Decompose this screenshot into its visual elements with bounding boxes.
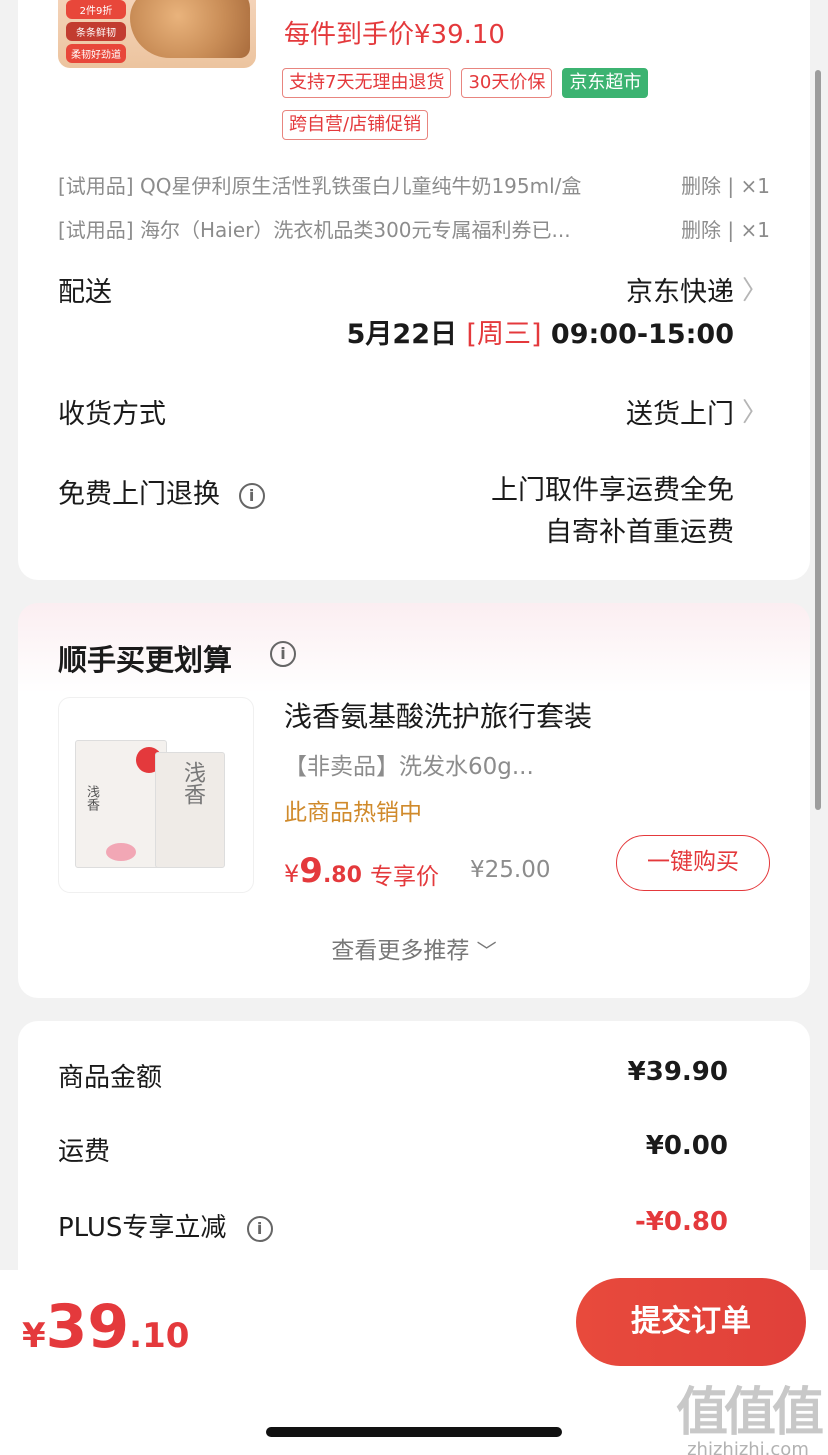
tag-price-protect: 30天价保 <box>461 68 553 98</box>
tag-cross-promo: 跨自营/店铺促销 <box>282 110 429 140</box>
price-dec: .80 <box>322 863 362 888</box>
delivery-label: 配送 <box>58 277 112 308</box>
thumbnail-promo: 2件9折 条条鲜韧 柔韧好劲道 <box>66 0 126 63</box>
order-card: 2件9折 条条鲜韧 柔韧好劲道 每件到手价¥39.10 支持7天无理由退货 30… <box>18 0 810 580</box>
free-return-text: 免费上门退换 <box>58 479 220 510</box>
info-icon[interactable]: i <box>238 482 265 509</box>
delivery-carrier[interactable]: 京东快递 <box>626 270 734 309</box>
delivery-window: 09:00-15:00 <box>550 319 734 350</box>
free-return-line1: 上门取件享运费全免 <box>491 475 734 506</box>
exclusive-price-label: 专享价 <box>370 864 439 890</box>
delivery-weekday: [周三] <box>466 319 542 350</box>
price-currency: ¥ <box>284 860 300 888</box>
watermark: 值值值 zhizhizhi.com <box>675 1370 824 1455</box>
shipping-fee-value: ¥0.00 <box>645 1131 728 1161</box>
thumbnail-promo-2: 条条鲜韧 <box>66 22 126 41</box>
total-currency: ¥ <box>22 1316 46 1356</box>
price-int: 9 <box>299 851 323 891</box>
watermark-url: zhizhizhi.com <box>687 1439 809 1455</box>
home-indicator[interactable] <box>266 1427 562 1437</box>
submit-order-button[interactable]: 提交订单 <box>576 1278 806 1366</box>
each-price: 每件到手价¥39.10 <box>284 20 505 50</box>
recommend-product-image[interactable]: 浅香 浅香 <box>58 697 254 893</box>
watermark-logo: 值值值 <box>675 1383 824 1443</box>
free-return-line2: 自寄补首重运费 <box>545 517 734 548</box>
shipping-fee-label: 运费 <box>58 1137 111 1167</box>
recommend-product-desc: 【非卖品】洗发水60g... <box>284 754 534 780</box>
chevron-right-icon[interactable]: 〉 <box>742 270 768 307</box>
total-dec: .10 <box>129 1316 190 1356</box>
checkout-page: 2件9折 条条鲜韧 柔韧好劲道 每件到手价¥39.10 支持7天无理由退货 30… <box>0 0 828 1455</box>
delivery-date: 5月22日 <box>346 319 458 350</box>
trial-item-name: [试用品] 海尔（Haier）洗衣机品类300元专属福利券已... <box>58 218 571 242</box>
recommend-title: 顺手买更划算 <box>58 643 233 677</box>
info-icon[interactable]: i <box>270 641 296 667</box>
tag-7day-return: 支持7天无理由退货 <box>282 68 452 98</box>
service-tags: 支持7天无理由退货 30天价保 京东超市 跨自营/店铺促销 <box>282 68 722 140</box>
trial-item-name: [试用品] QQ星伊利原生活性乳铁蛋白儿童纯牛奶195ml/盒 <box>58 174 582 198</box>
scrollbar[interactable] <box>815 70 821 810</box>
goods-amount-label: 商品金额 <box>58 1063 163 1093</box>
product-box-image: 浅香 <box>155 752 225 868</box>
chevron-down-icon: ﹀ <box>476 939 497 963</box>
tag-jd-supermarket: 京东超市 <box>562 68 649 98</box>
more-recommend-link[interactable]: 查看更多推荐 ﹀ <box>18 931 810 965</box>
product-image <box>130 0 250 58</box>
chevron-right-icon[interactable]: 〉 <box>742 392 768 429</box>
product-brand: 浅香 <box>84 785 99 811</box>
trial-item-delete[interactable]: 删除 | ×1 <box>681 214 770 243</box>
checkout-bar: ¥39.10 提交订单 <box>0 1270 828 1380</box>
original-price: ¥25.00 <box>470 857 551 883</box>
receive-method-value[interactable]: 送货上门 <box>626 392 734 431</box>
trial-item: [试用品] 海尔（Haier）洗衣机品类300元专属福利券已... 删除 | ×… <box>58 214 770 243</box>
recommend-card: 顺手买更划算 i 浅香 浅香 浅香氨基酸洗护旅行套装 【非卖品】洗发水60g..… <box>18 603 810 998</box>
trial-item-delete[interactable]: 删除 | ×1 <box>681 170 770 199</box>
thumbnail-promo-3: 柔韧好劲道 <box>66 44 126 63</box>
recommend-price: ¥9.80 <box>284 851 362 891</box>
plus-discount-value: -¥0.80 <box>634 1207 728 1237</box>
total-int: 39 <box>45 1292 130 1362</box>
recommend-hot-label: 此商品热销中 <box>284 800 422 826</box>
product-brand: 浅香 <box>180 761 205 805</box>
delivery-time[interactable]: 5月22日 [周三] 09:00-15:00 <box>347 312 734 351</box>
thumbnail-promo-1: 2件9折 <box>66 0 126 19</box>
info-icon[interactable]: i <box>246 1215 273 1242</box>
recommend-product-name[interactable]: 浅香氨基酸洗护旅行套装 <box>284 695 592 735</box>
receive-method-label: 收货方式 <box>58 399 166 430</box>
plus-discount-label: PLUS专享立减 i <box>58 1207 273 1244</box>
trial-item: [试用品] QQ星伊利原生活性乳铁蛋白儿童纯牛奶195ml/盒 删除 | ×1 <box>58 170 770 199</box>
product-thumbnail[interactable]: 2件9折 条条鲜韧 柔韧好劲道 <box>58 0 256 68</box>
plus-discount-text: PLUS专享立减 <box>58 1213 227 1243</box>
one-click-buy-button[interactable]: 一键购买 <box>616 835 770 891</box>
free-return-label: 免费上门退换 i <box>58 472 265 511</box>
product-box-image: 浅香 <box>75 740 167 868</box>
total-price: ¥39.10 <box>22 1292 189 1362</box>
more-recommend-text: 查看更多推荐 <box>331 938 470 964</box>
goods-amount-value: ¥39.90 <box>627 1057 728 1087</box>
